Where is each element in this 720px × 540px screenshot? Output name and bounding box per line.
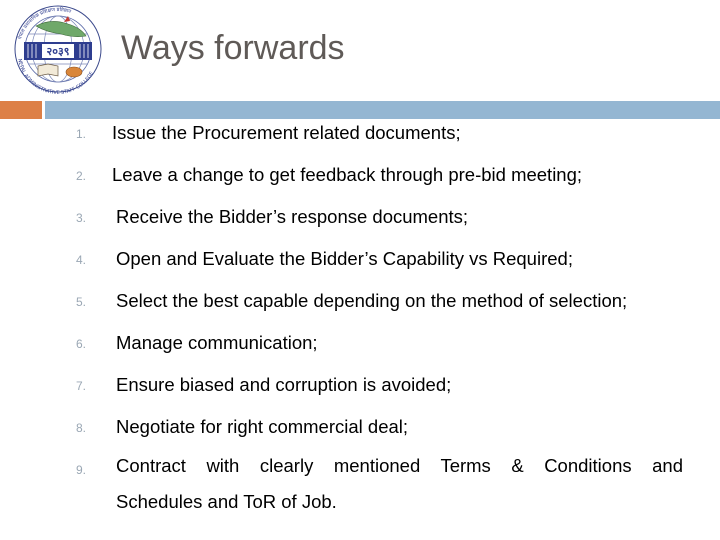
list-text: Contract with clearly mentioned Terms & … [116, 448, 683, 520]
list-number: 1. [76, 127, 87, 141]
list-number: 9. [76, 463, 87, 477]
list-number: 8. [76, 421, 87, 435]
list-text-line: Schedules and ToR of Job. [116, 491, 337, 512]
list-number: 2. [76, 169, 87, 183]
list-text: Negotiate for right commercial deal; [116, 416, 409, 437]
list-text-line: Contract with clearly mentioned Terms & … [116, 455, 683, 476]
list-text: Manage communication; [116, 332, 318, 353]
list-text: Ensure biased and corruption is avoided; [116, 374, 452, 395]
list-text: Leave a change to get feedback through p… [112, 164, 583, 185]
list-text: Open and Evaluate the Bidder’s Capabilit… [116, 248, 573, 269]
list-text: Select the best capable depending on the… [116, 290, 628, 311]
list-text: Issue the Procurement related documents; [112, 122, 461, 143]
list-number: 4. [76, 253, 87, 267]
list-number: 3. [76, 211, 87, 225]
list-number: 5. [76, 295, 87, 309]
list-text: Receive the Bidder’s response documents; [116, 206, 469, 227]
numbered-list: 1. Issue the Procurement related documen… [0, 0, 720, 540]
list-number: 7. [76, 379, 87, 393]
list-number: 6. [76, 337, 87, 351]
